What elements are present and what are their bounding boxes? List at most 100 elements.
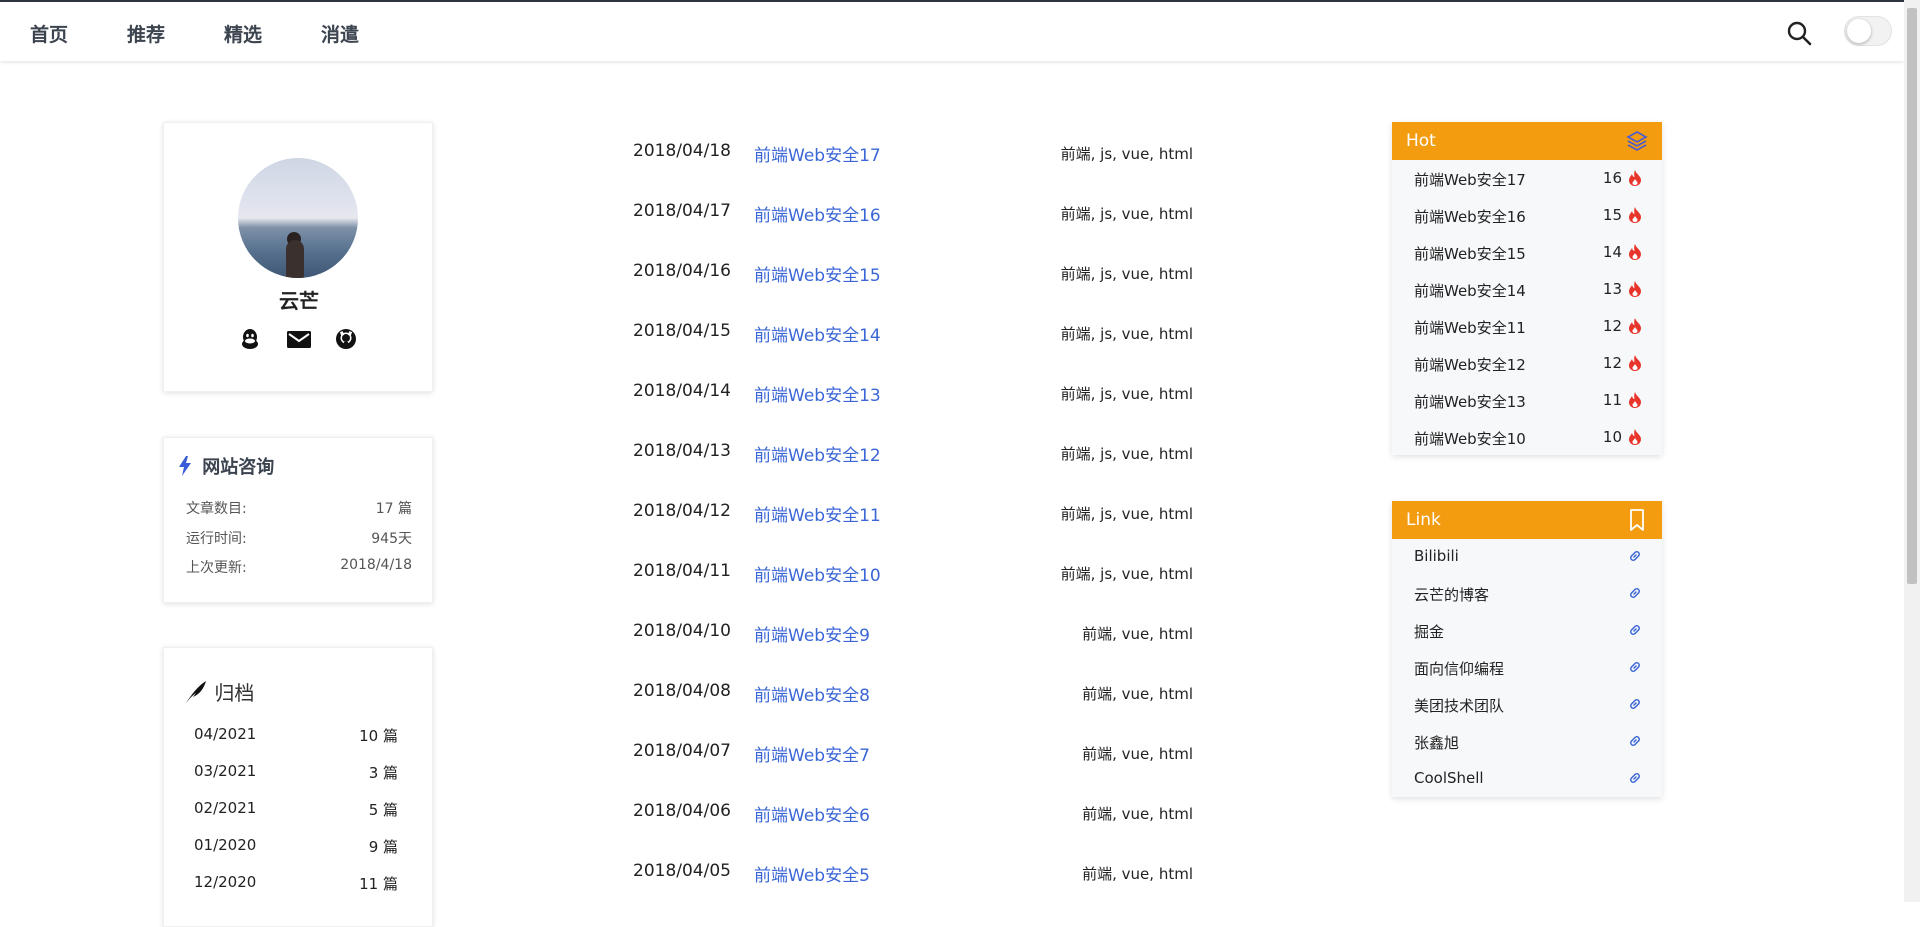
post-date: 2018/04/10 bbox=[633, 621, 731, 641]
hot-item-count: 14 bbox=[1602, 243, 1622, 261]
archive-card: 归档 04/2021 10 篇 03/2021 3 篇 02/2021 5 篇 … bbox=[163, 647, 433, 927]
layers-icon bbox=[1626, 130, 1648, 152]
post-item: 2018/04/12 前端Web安全11 前端, js, vue, html bbox=[633, 501, 1193, 526]
post-item: 2018/04/07 前端Web安全7 前端, vue, html bbox=[633, 741, 1193, 766]
post-item: 2018/04/16 前端Web安全15 前端, js, vue, html bbox=[633, 261, 1193, 286]
nav-featured[interactable]: 精选 bbox=[224, 20, 262, 47]
archive-count: 9 篇 bbox=[368, 838, 398, 856]
hot-item-count: 16 bbox=[1602, 169, 1622, 187]
post-title-link[interactable]: 前端Web安全12 bbox=[754, 441, 881, 466]
post-tags: 前端, js, vue, html bbox=[1060, 325, 1193, 343]
archive-count: 10 篇 bbox=[359, 727, 398, 745]
link-icon bbox=[1630, 773, 1640, 783]
hot-item[interactable]: 前端Web安全15 14 bbox=[1414, 243, 1642, 264]
post-date: 2018/04/11 bbox=[633, 561, 731, 581]
mail-icon[interactable] bbox=[286, 327, 311, 351]
hot-item[interactable]: 前端Web安全11 12 bbox=[1414, 317, 1642, 338]
post-tags: 前端, vue, html bbox=[1082, 685, 1193, 703]
hot-item[interactable]: 前端Web安全17 16 bbox=[1414, 169, 1642, 190]
link-panel: Link Bilibili 云芒的博客 掘金 面向信仰编程 美团技术团队 张鑫旭… bbox=[1392, 501, 1662, 797]
post-title-link[interactable]: 前端Web安全17 bbox=[754, 141, 881, 166]
post-title-link[interactable]: 前端Web安全6 bbox=[754, 801, 870, 826]
post-title-link[interactable]: 前端Web安全8 bbox=[754, 681, 870, 706]
post-title-link[interactable]: 前端Web安全7 bbox=[754, 741, 870, 766]
link-panel-title: Link bbox=[1406, 510, 1441, 530]
post-tags: 前端, vue, html bbox=[1082, 805, 1193, 823]
post-tags: 前端, js, vue, html bbox=[1060, 385, 1193, 403]
archive-month: 01/2020 bbox=[194, 836, 257, 854]
post-tags: 前端, js, vue, html bbox=[1060, 505, 1193, 523]
link-item[interactable]: CoolShell bbox=[1414, 769, 1642, 787]
fire-icon bbox=[1629, 244, 1641, 260]
archive-row[interactable]: 03/2021 3 篇 bbox=[194, 762, 398, 782]
site-info-card: 网站咨询 文章数目: 17 篇 运行时间: 945天 上次更新: 2018/4/… bbox=[163, 437, 433, 603]
link-item[interactable]: Bilibili bbox=[1414, 547, 1642, 565]
post-item: 2018/04/15 前端Web安全14 前端, js, vue, html bbox=[633, 321, 1193, 346]
link-item-label: 掘金 bbox=[1414, 623, 1445, 641]
hot-item[interactable]: 前端Web安全10 10 bbox=[1414, 428, 1642, 449]
archive-count: 5 篇 bbox=[368, 801, 398, 819]
post-title-link[interactable]: 前端Web安全11 bbox=[754, 501, 881, 526]
scrollbar-thumb[interactable] bbox=[1907, 8, 1917, 584]
page-scrollbar[interactable] bbox=[1904, 0, 1920, 902]
fire-icon bbox=[1629, 170, 1641, 186]
nav-leisure[interactable]: 消遣 bbox=[321, 20, 359, 47]
qq-icon[interactable] bbox=[238, 327, 262, 351]
hot-item[interactable]: 前端Web安全14 13 bbox=[1414, 280, 1642, 301]
nav-home[interactable]: 首页 bbox=[30, 20, 68, 47]
hot-item-title: 前端Web安全11 bbox=[1414, 319, 1526, 337]
github-icon[interactable] bbox=[334, 327, 358, 351]
archive-month: 02/2021 bbox=[194, 799, 257, 817]
info-label: 运行时间: bbox=[186, 531, 247, 547]
post-date: 2018/04/17 bbox=[633, 201, 731, 221]
profile-name: 云芒 bbox=[279, 289, 319, 313]
theme-toggle[interactable] bbox=[1844, 16, 1892, 46]
archive-row[interactable]: 02/2021 5 篇 bbox=[194, 799, 398, 819]
post-tags: 前端, js, vue, html bbox=[1060, 565, 1193, 583]
post-tags: 前端, js, vue, html bbox=[1060, 445, 1193, 463]
info-row-runtime: 运行时间: 945天 bbox=[186, 528, 412, 548]
post-date: 2018/04/05 bbox=[633, 861, 731, 881]
post-tags: 前端, js, vue, html bbox=[1060, 145, 1193, 163]
post-title-link[interactable]: 前端Web安全9 bbox=[754, 621, 870, 646]
hot-panel-title: Hot bbox=[1406, 131, 1436, 151]
post-title-link[interactable]: 前端Web安全15 bbox=[754, 261, 881, 286]
link-icon bbox=[1630, 736, 1640, 746]
nav-recommend[interactable]: 推荐 bbox=[127, 20, 165, 47]
search-icon[interactable] bbox=[1786, 20, 1812, 46]
hot-item-count: 15 bbox=[1602, 206, 1622, 224]
link-item[interactable]: 面向信仰编程 bbox=[1414, 658, 1642, 679]
hot-item[interactable]: 前端Web安全12 12 bbox=[1414, 354, 1642, 375]
post-tags: 前端, js, vue, html bbox=[1060, 205, 1193, 223]
quill-icon bbox=[184, 681, 214, 705]
link-item[interactable]: 云芒的博客 bbox=[1414, 584, 1642, 605]
post-item: 2018/04/10 前端Web安全9 前端, vue, html bbox=[633, 621, 1193, 646]
post-title-link[interactable]: 前端Web安全14 bbox=[754, 321, 881, 346]
post-title-link[interactable]: 前端Web安全13 bbox=[754, 381, 881, 406]
hot-item-count: 12 bbox=[1602, 354, 1622, 372]
archive-month: 12/2020 bbox=[194, 873, 257, 891]
post-title-link[interactable]: 前端Web安全10 bbox=[754, 561, 881, 586]
post-date: 2018/04/12 bbox=[633, 501, 731, 521]
link-item-label: CoolShell bbox=[1414, 769, 1484, 787]
hot-item[interactable]: 前端Web安全13 11 bbox=[1414, 391, 1642, 412]
hot-item-title: 前端Web安全17 bbox=[1414, 171, 1526, 189]
post-title-link[interactable]: 前端Web安全5 bbox=[754, 861, 870, 886]
link-item[interactable]: 掘金 bbox=[1414, 621, 1642, 642]
info-row-updated: 上次更新: 2018/4/18 bbox=[186, 557, 412, 577]
archive-row[interactable]: 01/2020 9 篇 bbox=[194, 836, 398, 856]
link-icon bbox=[1630, 551, 1640, 561]
post-title-link[interactable]: 前端Web安全16 bbox=[754, 201, 881, 226]
post-date: 2018/04/18 bbox=[633, 141, 731, 161]
hot-item[interactable]: 前端Web安全16 15 bbox=[1414, 206, 1642, 227]
archive-row[interactable]: 12/2020 11 篇 bbox=[194, 873, 398, 893]
archive-row[interactable]: 04/2021 10 篇 bbox=[194, 725, 398, 745]
link-icon bbox=[1630, 699, 1640, 709]
link-item[interactable]: 张鑫旭 bbox=[1414, 732, 1642, 753]
hot-item-count: 13 bbox=[1602, 280, 1622, 298]
link-item[interactable]: 美团技术团队 bbox=[1414, 695, 1642, 716]
top-navbar: 首页 推荐 精选 消遣 bbox=[0, 2, 1904, 61]
post-date: 2018/04/13 bbox=[633, 441, 731, 461]
fire-icon bbox=[1629, 281, 1641, 297]
fire-icon bbox=[1629, 429, 1641, 445]
